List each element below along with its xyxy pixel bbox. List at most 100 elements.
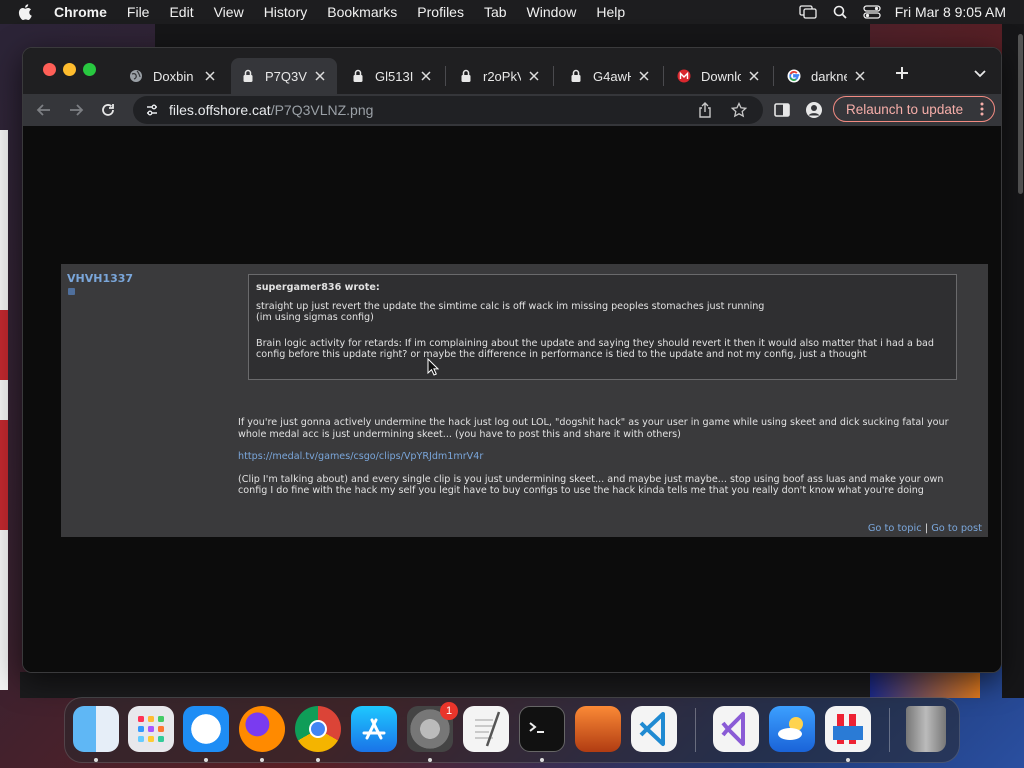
finder-icon[interactable]	[73, 706, 119, 752]
menu-history[interactable]: History	[264, 4, 308, 20]
back-button[interactable]	[35, 101, 53, 119]
tab-r2opkv[interactable]: r2oPkV	[449, 58, 551, 94]
close-window-button[interactable]	[43, 63, 56, 76]
reload-button[interactable]	[99, 101, 117, 119]
url-path: /P7Q3VLNZ.png	[270, 102, 374, 118]
tab-doxbin[interactable]: Doxbin	[119, 58, 227, 94]
site-info-icon[interactable]	[145, 103, 159, 117]
post-link: https://medal.tv/games/csgo/clips/VpYRJd…	[238, 451, 484, 462]
background-accent	[0, 310, 8, 380]
close-tab-icon[interactable]	[203, 69, 217, 83]
weather-icon[interactable]	[769, 706, 815, 752]
tab-search-chevron-icon[interactable]	[973, 66, 987, 80]
go-to-post-link: Go to post	[931, 523, 982, 534]
tab-title: darknet	[811, 68, 847, 84]
screen-mirroring-icon[interactable]	[799, 5, 817, 19]
minimize-window-button[interactable]	[63, 63, 76, 76]
launchpad-icon[interactable]	[128, 706, 174, 752]
running-indicator	[260, 758, 264, 762]
lock-icon	[459, 69, 473, 83]
post-author: VHVH1337	[67, 272, 134, 285]
tab-download[interactable]: Downlo	[667, 58, 771, 94]
app-store-icon[interactable]	[351, 706, 397, 752]
visual-studio-icon[interactable]	[713, 706, 759, 752]
page-viewport: VHVH1337 supergamer836 wrote: straight u…	[23, 126, 1001, 672]
link-separator: |	[924, 523, 929, 534]
post-paragraph: If you're just gonna actively undermine …	[238, 417, 949, 440]
tab-p7q3vl[interactable]: P7Q3VL	[231, 58, 337, 94]
browser-toolbar: files.offshore.cat/P7Q3VLNZ.png Relaunch…	[23, 94, 1001, 126]
garageband-icon[interactable]	[575, 706, 621, 752]
quote-spacer	[256, 324, 949, 338]
tab-separator	[773, 66, 774, 86]
vscode-icon[interactable]	[631, 706, 677, 752]
textedit-icon[interactable]	[463, 706, 509, 752]
browser-window: Doxbin P7Q3VL Gl513IG	[22, 47, 1002, 673]
go-to-topic-link: Go to topic	[867, 523, 922, 534]
running-indicator	[428, 758, 432, 762]
profile-avatar-icon[interactable]	[805, 101, 823, 119]
share-icon[interactable]	[697, 102, 713, 118]
quote-line: (im using sigmas config)	[256, 312, 374, 323]
close-tab-icon[interactable]	[637, 69, 651, 83]
background-scrollbar	[1018, 34, 1023, 194]
close-tab-icon[interactable]	[313, 69, 327, 83]
background-window-top	[155, 24, 870, 48]
quote-line: straight up just revert the update the s…	[256, 300, 765, 312]
running-indicator	[846, 758, 850, 762]
zoom-window-button[interactable]	[83, 63, 96, 76]
menu-bookmarks[interactable]: Bookmarks	[327, 4, 397, 20]
trash-icon[interactable]	[906, 706, 946, 752]
quote-author: supergamer836 wrote:	[256, 282, 380, 293]
menubar-clock[interactable]: Fri Mar 8 9:05 AM	[895, 4, 1006, 20]
running-indicator	[540, 758, 544, 762]
user-rank-icon	[68, 288, 75, 295]
post-footer-links: Go to topic | Go to post	[868, 523, 982, 534]
tab-title: Doxbin	[153, 68, 194, 84]
tab-title: Gl513IG	[375, 68, 413, 84]
new-tab-button[interactable]	[893, 64, 911, 82]
dock-divider	[889, 708, 890, 752]
google-icon	[787, 69, 801, 83]
parallels-icon[interactable]	[825, 706, 871, 752]
tab-title: Downlo	[701, 68, 741, 84]
lock-icon	[241, 69, 255, 83]
menu-window[interactable]: Window	[527, 4, 577, 20]
more-menu-icon[interactable]	[980, 102, 984, 116]
mouse-cursor-icon	[427, 357, 440, 376]
safari-icon[interactable]	[183, 706, 229, 752]
address-bar[interactable]: files.offshore.cat/P7Q3VLNZ.png	[133, 96, 763, 124]
close-tab-icon[interactable]	[527, 69, 541, 83]
forward-button[interactable]	[67, 101, 85, 119]
side-panel-icon[interactable]	[773, 101, 791, 119]
chrome-icon[interactable]	[295, 706, 341, 752]
running-indicator	[94, 758, 98, 762]
menu-profiles[interactable]: Profiles	[417, 4, 464, 20]
tab-title: G4awH	[593, 68, 631, 84]
background-window-bottom	[20, 672, 870, 698]
background-window-left	[0, 130, 8, 690]
tab-g4awh[interactable]: G4awH	[559, 58, 661, 94]
tab-darknet[interactable]: darknet	[777, 58, 877, 94]
close-tab-icon[interactable]	[747, 69, 761, 83]
close-tab-icon[interactable]	[853, 69, 867, 83]
spotlight-search-icon[interactable]	[831, 5, 849, 19]
menu-tab[interactable]: Tab	[484, 4, 507, 20]
tab-strip: Doxbin P7Q3VL Gl513IG	[23, 48, 1001, 94]
menu-help[interactable]: Help	[596, 4, 625, 20]
close-tab-icon[interactable]	[419, 69, 433, 83]
menu-app-name[interactable]: Chrome	[54, 4, 107, 20]
menu-view[interactable]: View	[214, 4, 244, 20]
terminal-icon[interactable]	[519, 706, 565, 752]
relaunch-to-update-button[interactable]: Relaunch to update	[833, 96, 995, 122]
menu-edit[interactable]: Edit	[169, 4, 193, 20]
apple-icon[interactable]	[18, 4, 36, 20]
quote-line: Brain logic activity for retards: If im …	[256, 337, 935, 361]
control-center-icon[interactable]	[863, 5, 881, 19]
tab-gl513ig[interactable]: Gl513IG	[341, 58, 443, 94]
bookmark-star-icon[interactable]	[730, 101, 748, 118]
post-author-column: VHVH1337	[61, 264, 231, 537]
menu-bar: Chrome File Edit View History Bookmarks …	[0, 0, 1024, 24]
menu-file[interactable]: File	[127, 4, 150, 20]
firefox-icon[interactable]	[239, 706, 285, 752]
